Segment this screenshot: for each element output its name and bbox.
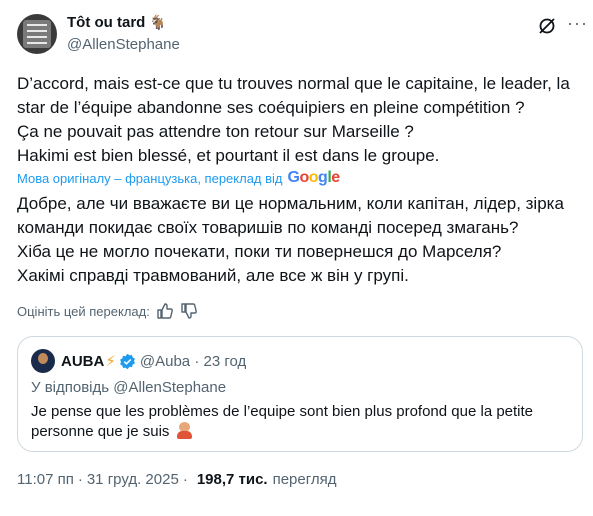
lightning-icon: ⚡ [105,353,116,370]
tweet-line: Ça ne pouvait pas attendre ton retour su… [17,122,414,141]
tweet-text: D’accord, mais est-ce que tu trouves nor… [17,72,582,168]
quoted-author-name: AUBA [61,352,105,370]
quoted-author-handle: @Auba · 23 год [139,352,247,370]
views-label: перегляд [272,471,337,488]
translated-line: Хіба це не могло почекати, поки ти повер… [17,242,502,261]
translation-credit[interactable]: Мова оригіналу – французька, переклад ві… [17,169,340,187]
tweet-line: D’accord, mais est-ce que tu trouves nor… [17,74,570,93]
goat-icon: 🐐 [149,14,167,30]
thumbs-up-icon[interactable] [156,302,174,320]
tweet-line: star de l’équipe abandonne ses coéquipie… [17,98,525,117]
translated-line: Добре, але чи вважаєте ви це нормальним,… [17,194,564,213]
translated-line: Хакімі справді травмований, але все ж ві… [17,266,409,285]
reply-to-label: У відповідь @AllenStephane [31,379,227,396]
tweet-meta: 11:07 пп · 31 груд. 2025 · 198,7 тис. пе… [17,471,337,488]
tweet-line: Hakimi est bien blessé, et pourtant il e… [17,146,440,165]
google-logo: Google [287,169,341,186]
translation-credit-text: Мова оригіналу – французька, переклад ві… [17,170,283,186]
author-display-name[interactable]: Tôt ou tard [67,14,145,31]
author-name-row: Tôt ou tard 🐐 [67,14,167,31]
thumbs-down-icon[interactable] [180,302,198,320]
quoted-tweet-header: AUBA ⚡ @Auba · 23 год [31,349,246,373]
quoted-tweet[interactable]: AUBA ⚡ @Auba · 23 год У відповідь @Allen… [17,336,583,452]
tweet-header: Tôt ou tard 🐐 @AllenStephane ··· [17,12,587,56]
tweet-date[interactable]: 31 груд. 2025 [87,471,179,488]
translated-line: команди покидає своїх товаришів по коман… [17,218,519,237]
translated-text: Добре, але чи вважаєте ви це нормальним,… [17,192,582,288]
more-options-icon[interactable]: ··· [567,14,587,36]
verified-badge-icon [120,353,135,369]
rate-translation-label: Оцініть цей переклад: [17,303,150,319]
quoted-author-avatar [31,349,55,373]
author-handle[interactable]: @AllenStephane [67,36,180,53]
view-count: 198,7 тис. [196,471,268,488]
author-avatar[interactable] [17,14,57,54]
quoted-tweet-text: Je pense que les problèmes de l’equipe s… [31,403,534,440]
rate-translation: Оцініть цей переклад: [17,302,198,320]
grok-icon[interactable] [537,16,557,36]
person-emoji-icon [176,422,193,439]
tweet-time[interactable]: 11:07 пп [17,471,74,488]
